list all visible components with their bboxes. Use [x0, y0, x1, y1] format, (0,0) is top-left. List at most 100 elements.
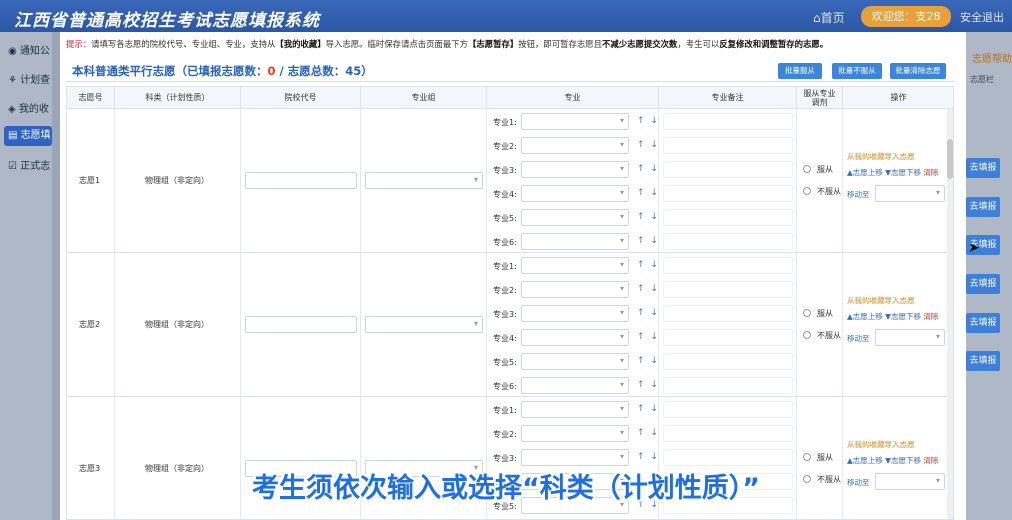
- sidebar-item-plan[interactable]: ⚘ 计划查: [8, 71, 52, 91]
- move-up-link[interactable]: ▲志愿上移: [847, 456, 883, 465]
- move-arrows-icon[interactable]: ↑↓: [637, 452, 664, 462]
- import-from-favorites-link[interactable]: 从我的收藏导入志愿: [847, 295, 915, 306]
- remark-field: [663, 233, 793, 250]
- remark-field: [663, 281, 793, 298]
- scrollbar-thumb[interactable]: [947, 139, 953, 179]
- obey-label: 服从: [817, 309, 833, 318]
- move-down-link[interactable]: ▼志愿下移: [885, 456, 921, 465]
- go-fill-button[interactable]: 去填报: [966, 313, 1000, 333]
- major-label: 专业3:: [493, 310, 517, 319]
- clear-link[interactable]: 清除: [923, 168, 938, 177]
- sidebar: ◉ 通知公 ⚘ 计划查 ◈ 我的收 ▤ 志愿填 ☑ 正式志: [0, 32, 52, 520]
- batch-not-obey-button[interactable]: 批量不服从: [832, 63, 882, 79]
- major-select[interactable]: [521, 209, 629, 226]
- move-arrows-icon[interactable]: ↑↓: [637, 212, 664, 222]
- home-link[interactable]: ⌂首页: [813, 9, 845, 26]
- major-select[interactable]: [521, 377, 629, 394]
- move-arrows-icon[interactable]: ↑↓: [637, 284, 664, 294]
- major-label: 专业6:: [493, 238, 517, 247]
- not-obey-radio[interactable]: [803, 187, 811, 195]
- major-select[interactable]: [521, 305, 629, 322]
- side-link[interactable]: 志愿栏: [970, 74, 994, 85]
- sidebar-item-favorites[interactable]: ◈ 我的收: [8, 100, 52, 120]
- move-arrows-icon[interactable]: ↑↓: [637, 380, 664, 390]
- batch-obey-button[interactable]: 批量服从: [778, 63, 822, 79]
- sidebar-item-notice[interactable]: ◉ 通知公: [8, 42, 52, 62]
- obey-radio[interactable]: [803, 165, 811, 173]
- sidebar-item-fill[interactable]: ▤ 志愿填: [4, 126, 52, 146]
- major-select[interactable]: [521, 113, 629, 130]
- move-to-select[interactable]: [875, 185, 945, 202]
- move-to-select[interactable]: [875, 329, 945, 346]
- sidebar-item-formal[interactable]: ☑ 正式志: [8, 157, 52, 177]
- top-bar: 江西省普通高校招生考试志愿填报系统 ⌂首页 欢迎您：支28 安全退出: [0, 0, 1012, 32]
- import-from-favorites-link[interactable]: 从我的收藏导入志愿: [847, 439, 915, 450]
- volunteer-no: 志愿1: [79, 176, 101, 185]
- move-up-link[interactable]: ▲志愿上移: [847, 168, 883, 177]
- check-icon: ☑: [8, 161, 21, 172]
- clear-link[interactable]: 清除: [923, 456, 938, 465]
- group-select[interactable]: [365, 316, 483, 333]
- move-arrows-icon[interactable]: ↑↓: [637, 164, 664, 174]
- major-select[interactable]: [521, 233, 629, 250]
- section-header: 本科普通类平行志愿（已填报志愿数：0 / 志愿总数：45） 批量服从 批量不服从…: [66, 62, 954, 82]
- remark-field: [663, 137, 793, 154]
- group-select[interactable]: [365, 172, 483, 189]
- major-select[interactable]: [521, 161, 629, 178]
- row-ops: ▲志愿上移 ▼志愿下移 清除: [847, 311, 938, 322]
- move-arrows-icon[interactable]: ↑↓: [637, 332, 664, 342]
- major-select[interactable]: [521, 449, 629, 466]
- major-select[interactable]: [521, 185, 629, 202]
- col-group: 专业组: [361, 87, 487, 109]
- remark-field: [663, 353, 793, 370]
- major-select[interactable]: [521, 353, 629, 370]
- go-fill-button[interactable]: 去填报: [966, 197, 1000, 217]
- major-select[interactable]: [521, 401, 629, 418]
- logout-link[interactable]: 安全退出: [960, 9, 1004, 25]
- major-select[interactable]: [521, 281, 629, 298]
- move-arrows-icon[interactable]: ↑↓: [637, 188, 664, 198]
- go-fill-button[interactable]: 去填报: [966, 274, 1000, 294]
- cell-divider: [796, 253, 797, 396]
- move-arrows-icon[interactable]: ↑↓: [637, 260, 664, 270]
- obey-label: 服从: [817, 453, 833, 462]
- not-obey-radio[interactable]: [803, 331, 811, 339]
- move-arrows-icon[interactable]: ↑↓: [637, 236, 664, 246]
- move-down-link[interactable]: ▼志愿下移: [885, 168, 921, 177]
- cell-divider: [360, 253, 361, 396]
- help-link[interactable]: 志愿帮助: [972, 50, 1012, 65]
- obey-label: 服从: [817, 165, 833, 174]
- major-select[interactable]: [521, 425, 629, 442]
- move-arrows-icon[interactable]: ↑↓: [637, 404, 664, 414]
- major-select[interactable]: [521, 137, 629, 154]
- major-label: 专业2:: [493, 430, 517, 439]
- batch-clear-button[interactable]: 批量清除志愿: [890, 63, 946, 79]
- move-down-link[interactable]: ▼志愿下移: [885, 312, 921, 321]
- move-arrows-icon[interactable]: ↑↓: [637, 116, 664, 126]
- move-up-link[interactable]: ▲志愿上移: [847, 312, 883, 321]
- category-value: 物理组（非定向）: [145, 176, 209, 185]
- plan-icon: ⚘: [8, 75, 21, 86]
- cell-divider: [114, 109, 115, 252]
- cell-divider: [658, 109, 659, 252]
- clear-link[interactable]: 清除: [923, 312, 938, 321]
- move-arrows-icon[interactable]: ↑↓: [637, 356, 664, 366]
- cell-divider: [114, 253, 115, 396]
- school-code-input[interactable]: [245, 316, 357, 333]
- major-select[interactable]: [521, 257, 629, 274]
- obey-radio[interactable]: [803, 309, 811, 317]
- obey-radio[interactable]: [803, 453, 811, 461]
- major-select[interactable]: [521, 329, 629, 346]
- cell-divider: [842, 253, 843, 396]
- import-from-favorites-link[interactable]: 从我的收藏导入志愿: [847, 151, 915, 162]
- school-code-input[interactable]: [245, 172, 357, 189]
- go-fill-button[interactable]: 去填报: [966, 351, 1000, 371]
- move-arrows-icon[interactable]: ↑↓: [637, 428, 664, 438]
- go-fill-button[interactable]: 去填报: [966, 158, 1000, 178]
- move-arrows-icon[interactable]: ↑↓: [637, 140, 664, 150]
- volunteer-modal: 提示：请填写各志愿的院校代号、专业组、专业，支持从【我的收藏】导入志愿。临时保存…: [60, 32, 966, 520]
- remark-field: [663, 257, 793, 274]
- major-label: 专业4:: [493, 190, 517, 199]
- table-scrollbar[interactable]: [947, 109, 953, 519]
- move-arrows-icon[interactable]: ↑↓: [637, 308, 664, 318]
